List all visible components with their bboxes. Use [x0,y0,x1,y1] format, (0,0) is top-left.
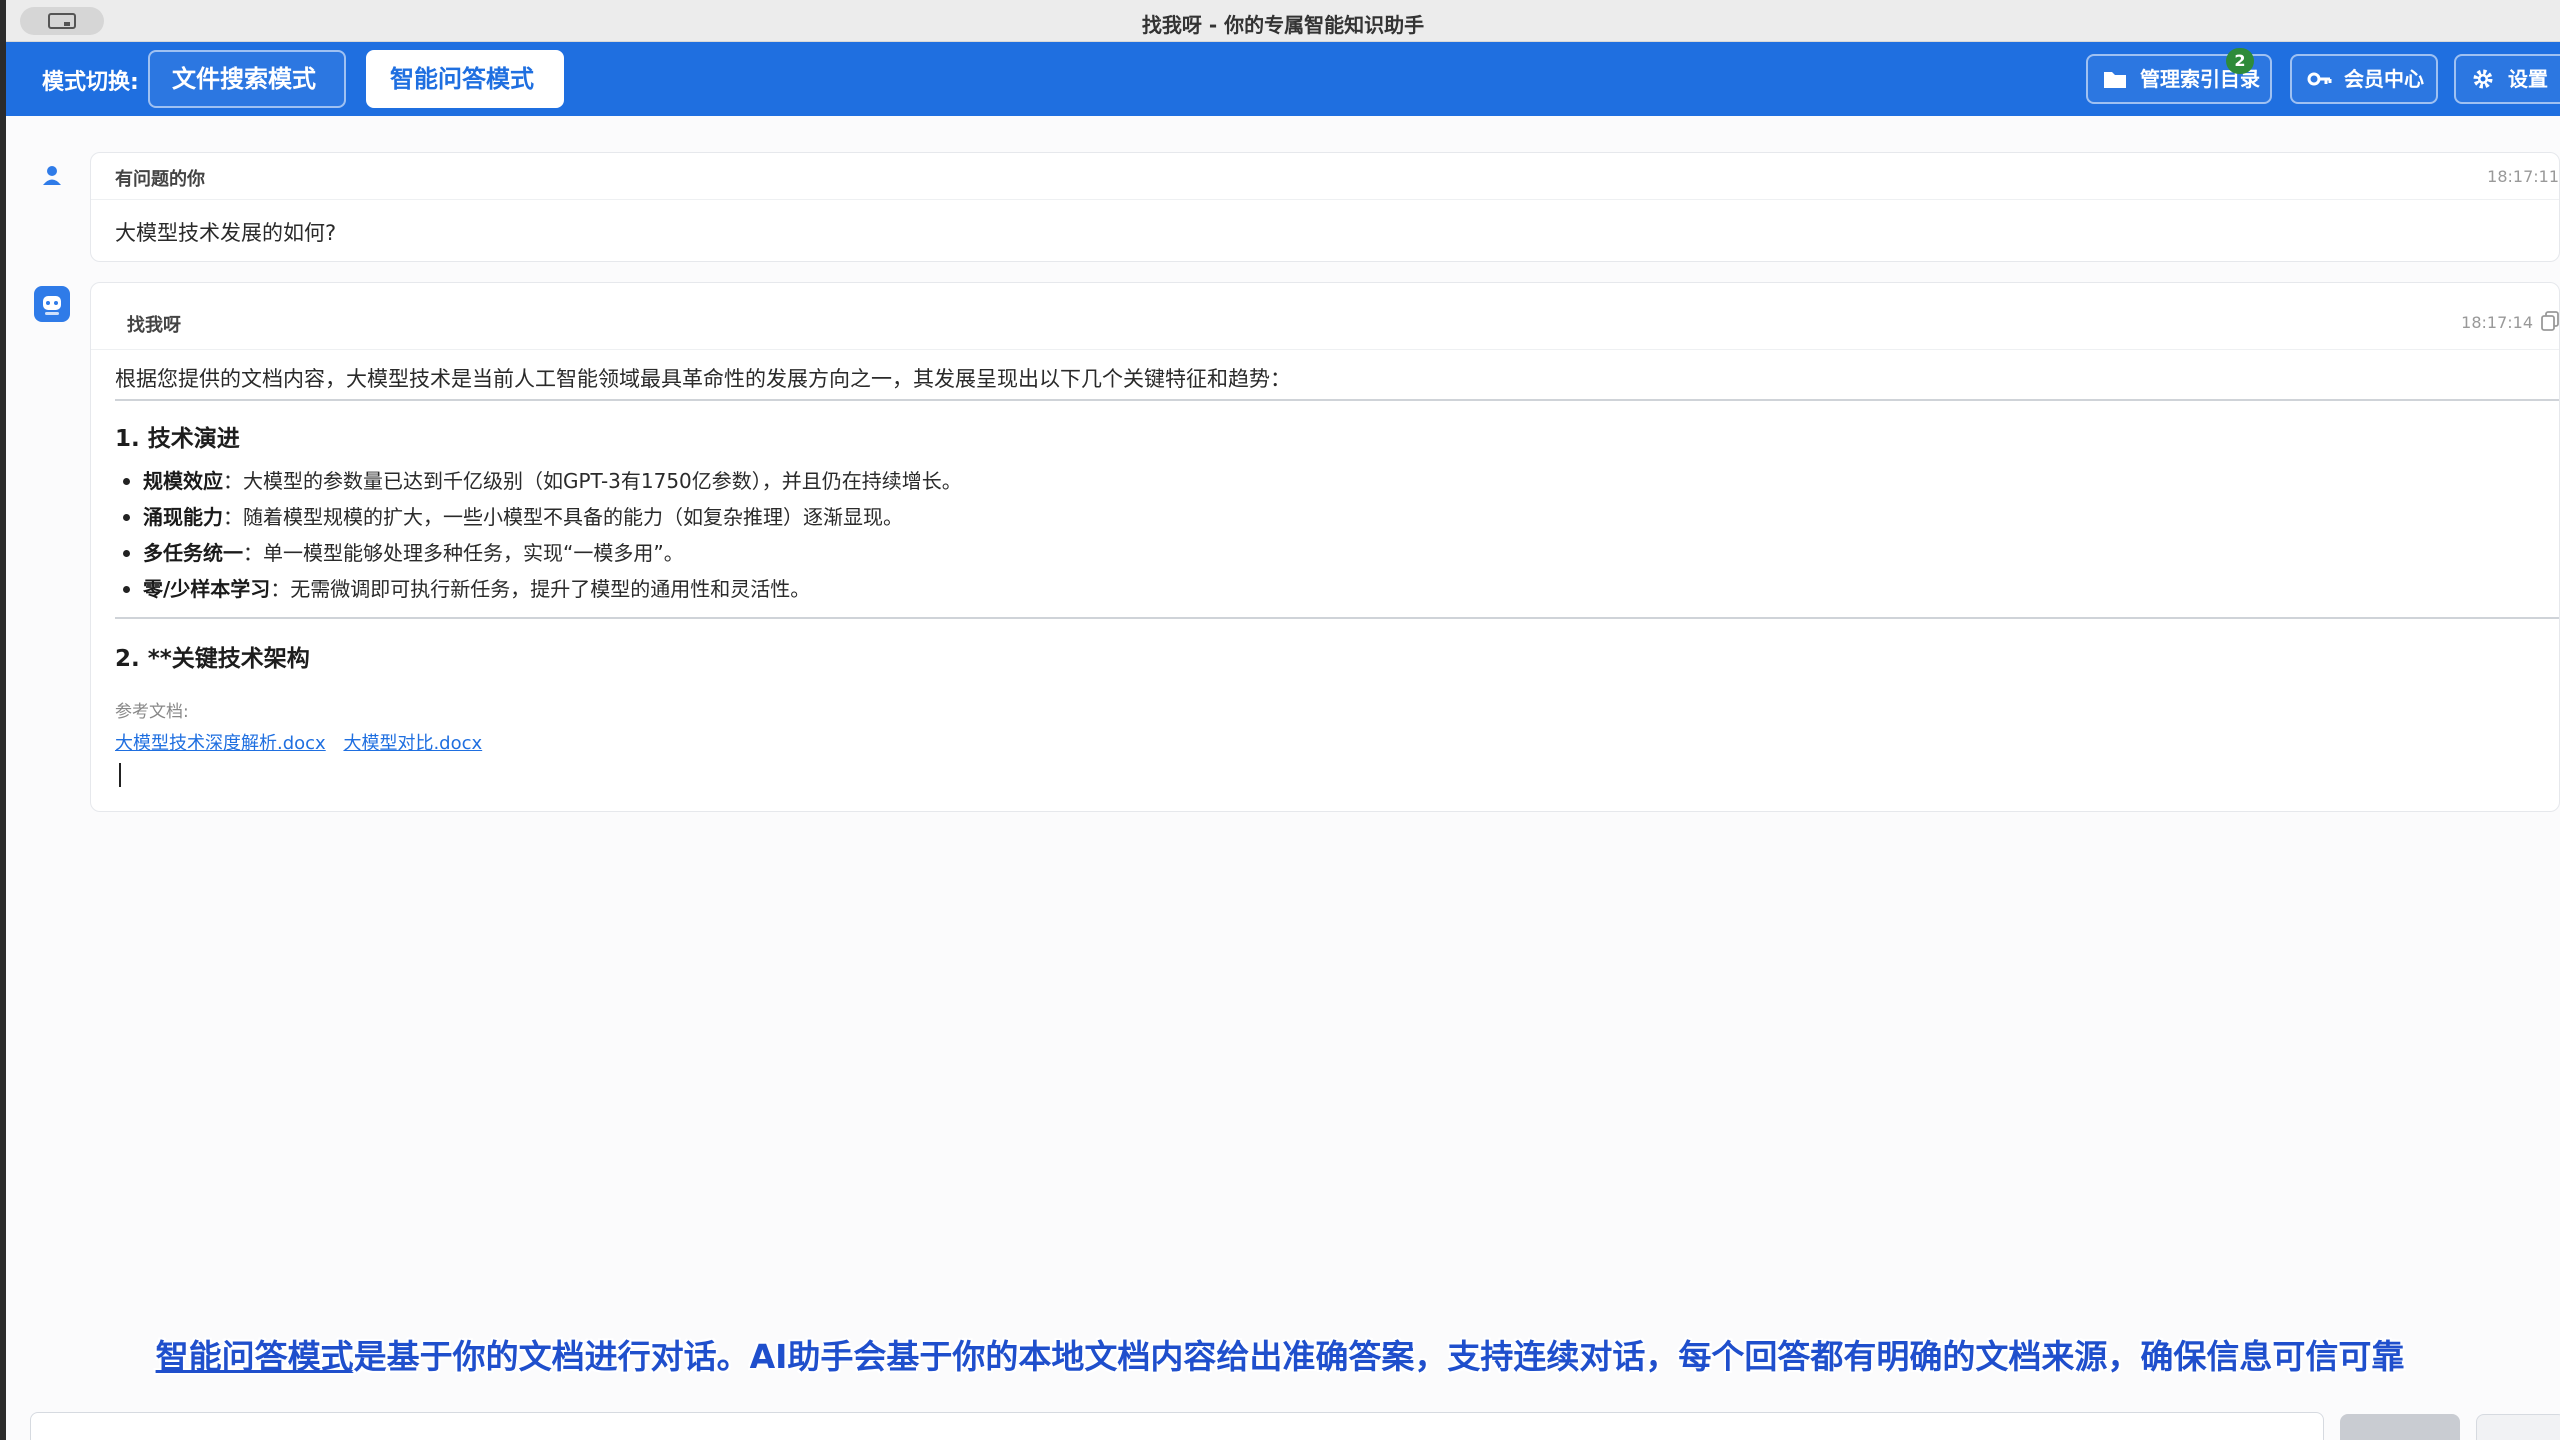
bullet-text: ：无需微调即可执行新任务，提升了模型的通用性和灵活性。 [270,577,811,601]
copy-icon[interactable] [2541,311,2559,331]
question-time: 18:17:11 [2487,167,2559,186]
reference-link[interactable]: 大模型技术深度解析.docx [115,733,326,754]
answer-message: 找我呀 18:17:14 根据您提供的文档内容，大模型技术是当前人工智能领域最具… [90,282,2560,812]
horizontal-rule [115,617,2559,619]
bullet-term: 多任务统一 [143,541,243,565]
horizontal-rule [115,399,2559,401]
member-center-label: 会员中心 [2344,67,2424,91]
list-item: 规模效应：大模型的参数量已达到千亿级别（如GPT-3有1750亿参数），并且仍在… [121,463,962,499]
bot-avatar-icon [34,286,70,322]
section-heading: 1. 技术演进 [115,426,240,452]
bullet-text: ：单一模型能够处理多种任务，实现“一模多用”。 [243,541,684,565]
folder-icon [2104,72,2126,88]
reference-links: 大模型技术深度解析.docx 大模型对比.docx [115,729,494,755]
member-center-button[interactable]: 会员中心 [2290,54,2438,104]
list-item: 多任务统一：单一模型能够处理多种任务，实现“一模多用”。 [121,535,962,571]
title-bar: 找我呀 - 你的专属智能知识助手 [6,0,2560,42]
bullet-term: 涌现能力 [143,505,223,529]
list-item: 零/少样本学习：无需微调即可执行新任务，提升了模型的通用性和灵活性。 [121,571,962,607]
reference-link[interactable]: 大模型对比.docx [343,733,482,754]
clear-button[interactable] [2476,1414,2560,1440]
divider [91,199,2559,200]
caption-highlight: 智能问答模式 [155,1337,354,1376]
app-window: 找我呀 - 你的专属智能知识助手 模式切换: 文件搜索模式 智能问答模式 管理索… [0,0,2560,1440]
bullet-text: ：大模型的参数量已达到千亿级别（如GPT-3有1750亿参数），并且仍在持续增长… [223,469,962,493]
answer-intro: 根据您提供的文档内容，大模型技术是当前人工智能领域最具革命性的发展方向之一，其发… [115,367,1291,391]
bullet-text: ：随着模型规模的扩大，一些小模型不具备的能力（如复杂推理）逐渐显现。 [223,505,903,529]
user-avatar-icon [34,158,70,194]
streaming-cursor [119,763,121,787]
file-search-mode-button[interactable]: 文件搜索模式 [148,50,346,108]
key-icon [2307,72,2332,86]
question-input[interactable] [31,1413,2323,1440]
bullet-list: 规模效应：大模型的参数量已达到千亿级别（如GPT-3有1750亿参数），并且仍在… [121,463,962,607]
caption-text: 是基于你的文档进行对话。AI助手会基于你的本地文档内容给出准确答案，支持连续对话… [353,1337,2405,1376]
bullet-term: 规模效应 [143,469,223,493]
qa-mode-button[interactable]: 智能问答模式 [366,50,564,108]
video-caption: 智能问答模式是基于你的文档进行对话。AI助手会基于你的本地文档内容给出准确答案，… [0,1330,2560,1378]
mode-switch-label: 模式切换: [42,70,139,95]
window-edge [0,0,6,1440]
gear-icon [2473,69,2493,89]
divider [91,349,2559,350]
reference-label: 参考文档: [115,702,189,722]
bullet-term: 零/少样本学习 [143,577,271,601]
settings-label: 设置 [2508,67,2548,91]
answer-sender: 找我呀 [127,315,181,336]
section-heading: 2. **关键技术架构 [115,646,310,672]
window-title: 找我呀 - 你的专属智能知识助手 [1141,13,1425,37]
question-message: 有问题的你 18:17:11 大模型技术发展的如何? [90,152,2560,262]
question-sender: 有问题的你 [115,169,205,190]
index-count-badge: 2 [2226,48,2254,74]
question-input-box[interactable] [30,1412,2324,1440]
send-button[interactable] [2340,1414,2460,1440]
list-item: 涌现能力：随着模型规模的扩大，一些小模型不具备的能力（如复杂推理）逐渐显现。 [121,499,962,535]
settings-button[interactable]: 设置 [2454,54,2560,104]
question-text: 大模型技术发展的如何? [115,221,337,245]
answer-time: 18:17:14 [2461,313,2533,332]
mode-toolbar: 模式切换: 文件搜索模式 智能问答模式 管理索引目录 会员中心 设置 [6,42,2560,116]
